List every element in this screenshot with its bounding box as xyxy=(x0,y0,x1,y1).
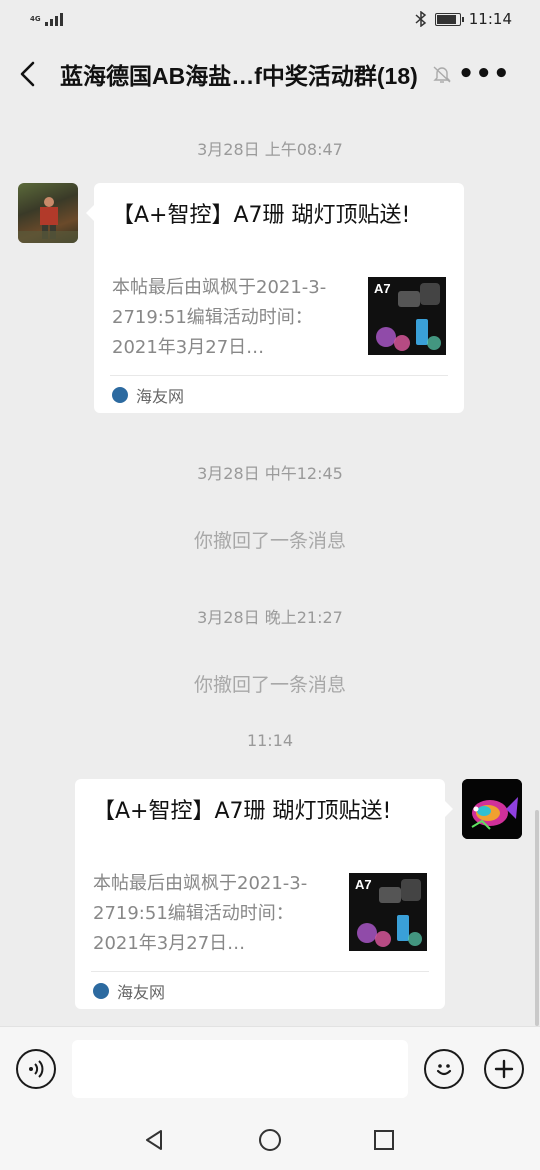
card-title: 【A+智控】A7珊 瑚灯顶贴送! xyxy=(112,203,411,228)
signal-icon xyxy=(44,12,63,26)
chat-title: 蓝海德国AB海盐…f中奖活动群(18) xyxy=(60,63,418,89)
status-right: 11:14 xyxy=(415,10,512,28)
input-bar xyxy=(0,1026,540,1110)
smile-icon xyxy=(436,1064,452,1076)
timestamp: 11:14 xyxy=(246,731,294,750)
card-thumbnail: A7 xyxy=(349,873,427,951)
status-left: 4G xyxy=(30,12,63,26)
voice-icon xyxy=(29,1060,44,1078)
back-button[interactable] xyxy=(0,38,56,110)
card-divider xyxy=(91,971,429,972)
source-name: 海友网 xyxy=(136,387,185,406)
source-logo-icon xyxy=(112,387,128,403)
plus-icon xyxy=(494,1059,514,1079)
thumb-label: A7 xyxy=(355,877,372,892)
more-options-button[interactable]: ••• xyxy=(458,61,511,87)
more-actions-button[interactable] xyxy=(484,1049,524,1089)
recall-notice: 你撤回了一条消息 xyxy=(193,674,346,696)
card-thumbnail: A7 xyxy=(368,277,446,355)
chat-header: 蓝海德国AB海盐…f中奖活动群(18) ••• xyxy=(0,38,540,110)
recall-notice: 你撤回了一条消息 xyxy=(193,530,346,552)
fish-photo-icon xyxy=(462,779,522,839)
card-description: 本帖最后由飒枫于2021-3-2719:51编辑活动时间：2021年3月27日… xyxy=(93,873,308,954)
emoji-button[interactable] xyxy=(424,1049,464,1089)
card-source: 海友网 xyxy=(93,979,165,1003)
battery-icon xyxy=(434,12,464,26)
source-name: 海友网 xyxy=(117,983,166,1002)
nav-back-icon[interactable] xyxy=(143,1128,167,1152)
system-nav-bar xyxy=(0,1110,540,1170)
timestamp: 3月28日 上午08:47 xyxy=(197,140,343,159)
card-description: 本帖最后由飒枫于2021-3-2719:51编辑活动时间：2021年3月27日… xyxy=(112,277,327,358)
source-logo-icon xyxy=(93,983,109,999)
timestamp: 3月28日 中午12:45 xyxy=(197,464,343,483)
avatar[interactable] xyxy=(18,183,78,243)
message-input[interactable] xyxy=(72,1040,408,1098)
nav-recent-apps-icon[interactable] xyxy=(372,1128,396,1152)
scrollbar[interactable] xyxy=(535,810,539,1026)
bluetooth-icon xyxy=(415,11,426,27)
thumb-label: A7 xyxy=(374,281,391,296)
link-card[interactable]: 【A+智控】A7珊 瑚灯顶贴送! 本帖最后由飒枫于2021-3-2719:51编… xyxy=(75,779,453,1009)
nav-home-icon[interactable] xyxy=(258,1128,282,1152)
card-source: 海友网 xyxy=(112,383,184,407)
status-bar: 4G 11:14 xyxy=(0,0,540,38)
link-card[interactable]: 【A+智控】A7珊 瑚灯顶贴送! 本帖最后由飒枫于2021-3-2719:51编… xyxy=(86,183,464,413)
person-photo-icon xyxy=(18,197,78,243)
chevron-left-icon xyxy=(20,61,35,87)
card-divider xyxy=(110,375,448,376)
voice-input-button[interactable] xyxy=(16,1049,56,1089)
chat-area[interactable]: 3月28日 上午08:47 【A+智控】A7珊 瑚灯顶贴送! 本帖最后由飒枫于2… xyxy=(0,110,540,1026)
timestamp: 3月28日 晚上21:27 xyxy=(197,608,343,627)
status-time: 11:14 xyxy=(468,10,512,28)
network-type: 4G xyxy=(30,14,41,23)
mute-bell-icon xyxy=(433,66,451,83)
card-title: 【A+智控】A7珊 瑚灯顶贴送! xyxy=(93,799,392,824)
avatar[interactable] xyxy=(462,779,522,839)
